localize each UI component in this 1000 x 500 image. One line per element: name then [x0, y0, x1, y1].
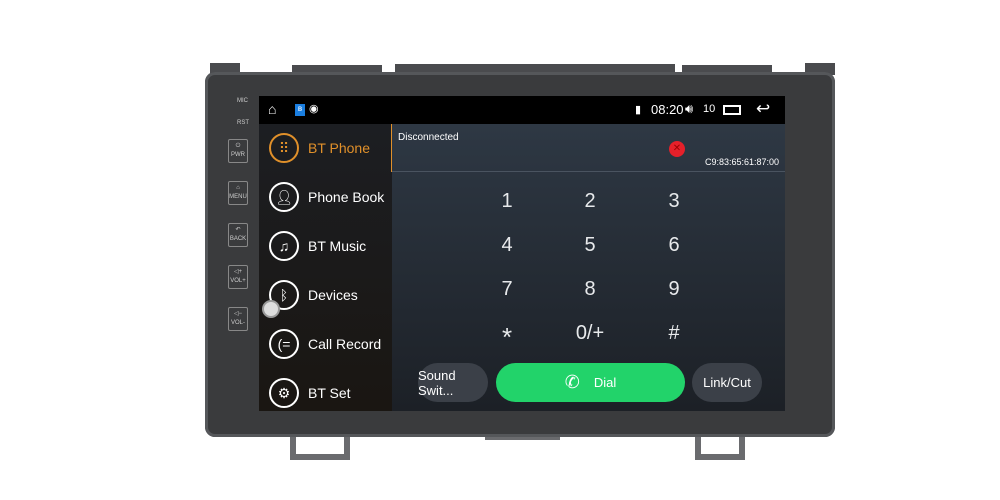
connection-status: Disconnected — [398, 132, 459, 143]
mic-label: MIC — [237, 98, 248, 104]
clock: 08:20 — [651, 102, 684, 117]
sidebar-item-bt-phone[interactable]: ⠿ BT Phone — [269, 128, 394, 168]
key-hash[interactable]: # — [654, 322, 694, 345]
back-icon[interactable]: ↩ — [756, 99, 770, 119]
menu-button[interactable]: ⌂ MENU — [228, 181, 248, 205]
call-log-icon: (= — [269, 329, 299, 359]
key-1[interactable]: 1 — [487, 190, 527, 213]
assistive-touch-button[interactable] — [262, 300, 280, 318]
back-hw-button[interactable]: ↶ BACK — [228, 223, 248, 247]
key-5[interactable]: 5 — [570, 234, 610, 257]
recent-apps-icon[interactable] — [723, 105, 741, 115]
sim-icon: ▮ — [635, 104, 642, 116]
sidebar-item-bt-music[interactable]: ♫ BT Music — [269, 226, 394, 266]
key-9[interactable]: 9 — [654, 278, 694, 301]
disconnected-icon: ✕ — [669, 141, 685, 157]
sidebar-item-phone-book[interactable]: 👤︎ Phone Book — [269, 177, 394, 217]
contact-icon: 👤︎ — [269, 182, 299, 212]
sidebar-item-devices[interactable]: ᛒ Devices — [269, 275, 394, 315]
sidebar-item-bt-set[interactable]: ⚙ BT Set — [269, 373, 394, 411]
status-bar: ⌂ ʙ ◉ ▮ 08:20 🔊︎ 10 ↩ — [259, 96, 785, 124]
key-3[interactable]: 3 — [654, 190, 694, 213]
key-0-plus[interactable]: 0/+ — [570, 322, 610, 345]
rst-label[interactable]: RST — [237, 120, 249, 126]
key-star[interactable]: * — [487, 322, 527, 353]
home-icon[interactable]: ⌂ — [268, 101, 276, 117]
power-button[interactable]: ⏻ PWR — [228, 139, 248, 163]
sidebar-item-call-record[interactable]: (= Call Record — [269, 324, 394, 364]
key-7[interactable]: 7 — [487, 278, 527, 301]
sidebar: ⠿ BT Phone 👤︎ Phone Book ♫ BT Music ᛒ Device… — [259, 124, 392, 411]
gear-icon: ⚙ — [269, 378, 299, 408]
key-8[interactable]: 8 — [570, 278, 610, 301]
vol-down-button[interactable]: ◁− VOL- — [228, 307, 248, 331]
music-icon: ♫ — [269, 231, 299, 261]
divider — [392, 171, 785, 172]
phone-icon: ✆ — [564, 372, 580, 392]
volume-level: 10 — [703, 103, 716, 115]
link-cut-button[interactable]: Link/Cut — [692, 363, 762, 402]
volume-icon[interactable]: 🔊︎ — [685, 101, 693, 117]
key-2[interactable]: 2 — [570, 190, 610, 213]
device-mac: C9:83:65:61:87:00 — [705, 157, 780, 167]
sound-switch-button[interactable]: Sound Swit... — [418, 363, 488, 402]
screen: ⌂ ʙ ◉ ▮ 08:20 🔊︎ 10 ↩ ⠿ BT Phone 👤︎ Phone … — [259, 96, 785, 411]
wireless-icon: ◉ — [309, 103, 319, 115]
key-6[interactable]: 6 — [654, 234, 694, 257]
dial-button[interactable]: ✆ Dial — [496, 363, 685, 402]
bluetooth-badge-icon: ʙ — [295, 104, 305, 116]
key-4[interactable]: 4 — [487, 234, 527, 257]
vol-up-button[interactable]: ◁+ VOL+ — [228, 265, 248, 289]
dialer-panel: Disconnected ✕ C9:83:65:61:87:00 1 2 3 4… — [392, 124, 785, 411]
dialpad-icon: ⠿ — [269, 133, 299, 163]
